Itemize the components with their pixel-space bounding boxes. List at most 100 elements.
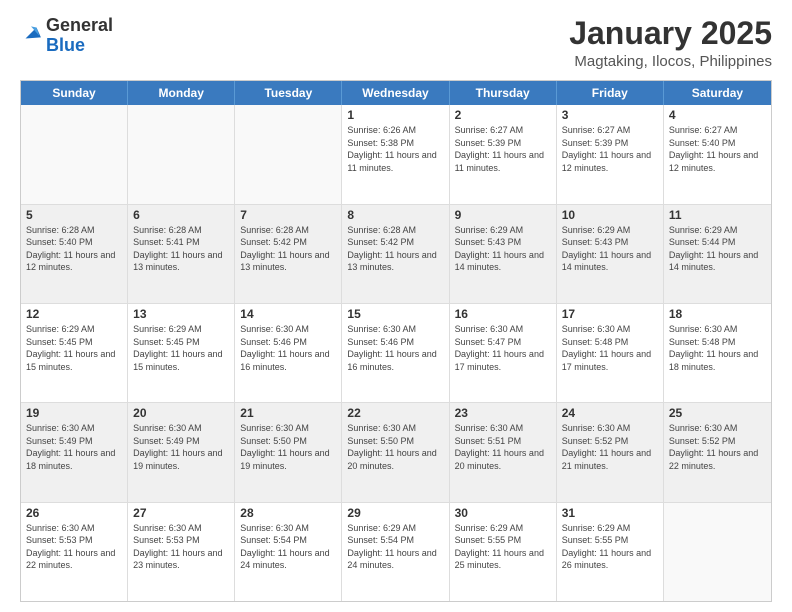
calendar-header-cell: Monday [128,81,235,105]
calendar-cell: 3 Sunrise: 6:27 AMSunset: 5:39 PMDaylight… [557,105,664,203]
day-info: Sunrise: 6:27 AMSunset: 5:39 PMDaylight:… [562,124,658,174]
day-info: Sunrise: 6:30 AMSunset: 5:48 PMDaylight:… [562,323,658,373]
calendar-cell [664,503,771,601]
day-number: 10 [562,208,658,222]
day-info: Sunrise: 6:29 AMSunset: 5:45 PMDaylight:… [26,323,122,373]
calendar-cell: 9 Sunrise: 6:29 AMSunset: 5:43 PMDaylight… [450,205,557,303]
day-info: Sunrise: 6:30 AMSunset: 5:53 PMDaylight:… [26,522,122,572]
logo-icon [20,22,42,44]
page: General Blue January 2025 Magtaking, Ilo… [0,0,792,612]
calendar-week: 5 Sunrise: 6:28 AMSunset: 5:40 PMDaylight… [21,205,771,304]
calendar-body: 1Sunrise: 6:26 AMSunset: 5:38 PMDaylight… [21,105,771,601]
calendar-cell: 6 Sunrise: 6:28 AMSunset: 5:41 PMDaylight… [128,205,235,303]
calendar-cell: 31 Sunrise: 6:29 AMSunset: 5:55 PMDayligh… [557,503,664,601]
day-number: 9 [455,208,551,222]
calendar-header: SundayMondayTuesdayWednesdayThursdayFrid… [21,81,771,105]
day-number: 17 [562,307,658,321]
day-info: Sunrise: 6:28 AMSunset: 5:41 PMDaylight:… [133,224,229,274]
day-info: Sunrise: 6:29 AMSunset: 5:44 PMDaylight:… [669,224,766,274]
day-info: Sunrise: 6:29 AMSunset: 5:43 PMDaylight:… [455,224,551,274]
calendar-cell: 14Sunrise: 6:30 AMSunset: 5:46 PMDayligh… [235,304,342,402]
day-info: Sunrise: 6:30 AMSunset: 5:46 PMDaylight:… [240,323,336,373]
calendar-cell: 4Sunrise: 6:27 AMSunset: 5:40 PMDaylight… [664,105,771,203]
logo-blue: Blue [46,36,113,56]
calendar-cell: 22Sunrise: 6:30 AMSunset: 5:50 PMDayligh… [342,403,449,501]
day-info: Sunrise: 6:30 AMSunset: 5:48 PMDaylight:… [669,323,766,373]
calendar-cell: 29Sunrise: 6:29 AMSunset: 5:54 PMDayligh… [342,503,449,601]
title-block: January 2025 Magtaking, Ilocos, Philippi… [569,16,772,70]
day-info: Sunrise: 6:28 AMSunset: 5:40 PMDaylight:… [26,224,122,274]
day-info: Sunrise: 6:30 AMSunset: 5:49 PMDaylight:… [26,422,122,472]
calendar-cell: 20 Sunrise: 6:30 AMSunset: 5:49 PMDayligh… [128,403,235,501]
day-info: Sunrise: 6:29 AMSunset: 5:54 PMDaylight:… [347,522,443,572]
day-info: Sunrise: 6:29 AMSunset: 5:55 PMDaylight:… [562,522,658,572]
day-info: Sunrise: 6:30 AMSunset: 5:46 PMDaylight:… [347,323,443,373]
page-subtitle: Magtaking, Ilocos, Philippines [569,53,772,70]
day-info: Sunrise: 6:30 AMSunset: 5:49 PMDaylight:… [133,422,229,472]
calendar-cell: 7 Sunrise: 6:28 AMSunset: 5:42 PMDaylight… [235,205,342,303]
calendar-cell: 27Sunrise: 6:30 AMSunset: 5:53 PMDayligh… [128,503,235,601]
calendar-cell: 1Sunrise: 6:26 AMSunset: 5:38 PMDaylight… [342,105,449,203]
calendar-week: 1Sunrise: 6:26 AMSunset: 5:38 PMDaylight… [21,105,771,204]
day-info: Sunrise: 6:28 AMSunset: 5:42 PMDaylight:… [347,224,443,274]
calendar-cell: 16Sunrise: 6:30 AMSunset: 5:47 PMDayligh… [450,304,557,402]
calendar-cell: 12 Sunrise: 6:29 AMSunset: 5:45 PMDayligh… [21,304,128,402]
day-number: 7 [240,208,336,222]
calendar-cell: 10 Sunrise: 6:29 AMSunset: 5:43 PMDayligh… [557,205,664,303]
day-number: 6 [133,208,229,222]
calendar-header-cell: Tuesday [235,81,342,105]
day-info: Sunrise: 6:29 AMSunset: 5:55 PMDaylight:… [455,522,551,572]
calendar-cell [128,105,235,203]
day-info: Sunrise: 6:29 AMSunset: 5:43 PMDaylight:… [562,224,658,274]
day-number: 2 [455,108,551,122]
calendar-cell: 13Sunrise: 6:29 AMSunset: 5:45 PMDayligh… [128,304,235,402]
calendar-header-cell: Sunday [21,81,128,105]
day-number: 4 [669,108,766,122]
calendar-cell: 24 Sunrise: 6:30 AMSunset: 5:52 PMDayligh… [557,403,664,501]
day-info: Sunrise: 6:30 AMSunset: 5:50 PMDaylight:… [240,422,336,472]
calendar-header-cell: Thursday [450,81,557,105]
calendar-cell: 28 Sunrise: 6:30 AMSunset: 5:54 PMDayligh… [235,503,342,601]
day-info: Sunrise: 6:28 AMSunset: 5:42 PMDaylight:… [240,224,336,274]
calendar-cell: 25Sunrise: 6:30 AMSunset: 5:52 PMDayligh… [664,403,771,501]
day-number: 24 [562,406,658,420]
calendar: SundayMondayTuesdayWednesdayThursdayFrid… [20,80,772,602]
day-info: Sunrise: 6:30 AMSunset: 5:51 PMDaylight:… [455,422,551,472]
day-info: Sunrise: 6:29 AMSunset: 5:45 PMDaylight:… [133,323,229,373]
day-number: 28 [240,506,336,520]
calendar-cell: 8 Sunrise: 6:28 AMSunset: 5:42 PMDaylight… [342,205,449,303]
calendar-cell: 30 Sunrise: 6:29 AMSunset: 5:55 PMDayligh… [450,503,557,601]
calendar-cell [21,105,128,203]
calendar-header-cell: Friday [557,81,664,105]
header: General Blue January 2025 Magtaking, Ilo… [20,16,772,70]
logo: General Blue [20,16,113,56]
day-number: 23 [455,406,551,420]
day-number: 12 [26,307,122,321]
calendar-cell: 15Sunrise: 6:30 AMSunset: 5:46 PMDayligh… [342,304,449,402]
day-number: 8 [347,208,443,222]
day-number: 25 [669,406,766,420]
calendar-week: 26Sunrise: 6:30 AMSunset: 5:53 PMDayligh… [21,503,771,601]
day-number: 20 [133,406,229,420]
day-number: 3 [562,108,658,122]
day-number: 27 [133,506,229,520]
calendar-cell [235,105,342,203]
calendar-cell: 23 Sunrise: 6:30 AMSunset: 5:51 PMDayligh… [450,403,557,501]
calendar-cell: 19Sunrise: 6:30 AMSunset: 5:49 PMDayligh… [21,403,128,501]
calendar-cell: 2 Sunrise: 6:27 AMSunset: 5:39 PMDaylight… [450,105,557,203]
day-info: Sunrise: 6:30 AMSunset: 5:52 PMDaylight:… [562,422,658,472]
day-info: Sunrise: 6:27 AMSunset: 5:39 PMDaylight:… [455,124,551,174]
calendar-week: 12 Sunrise: 6:29 AMSunset: 5:45 PMDayligh… [21,304,771,403]
calendar-cell: 5 Sunrise: 6:28 AMSunset: 5:40 PMDaylight… [21,205,128,303]
calendar-cell: 26Sunrise: 6:30 AMSunset: 5:53 PMDayligh… [21,503,128,601]
page-title: January 2025 [569,16,772,51]
day-number: 22 [347,406,443,420]
day-number: 16 [455,307,551,321]
calendar-header-cell: Wednesday [342,81,449,105]
day-info: Sunrise: 6:30 AMSunset: 5:54 PMDaylight:… [240,522,336,572]
day-number: 5 [26,208,122,222]
day-number: 31 [562,506,658,520]
day-number: 30 [455,506,551,520]
day-number: 11 [669,208,766,222]
calendar-cell: 11 Sunrise: 6:29 AMSunset: 5:44 PMDayligh… [664,205,771,303]
